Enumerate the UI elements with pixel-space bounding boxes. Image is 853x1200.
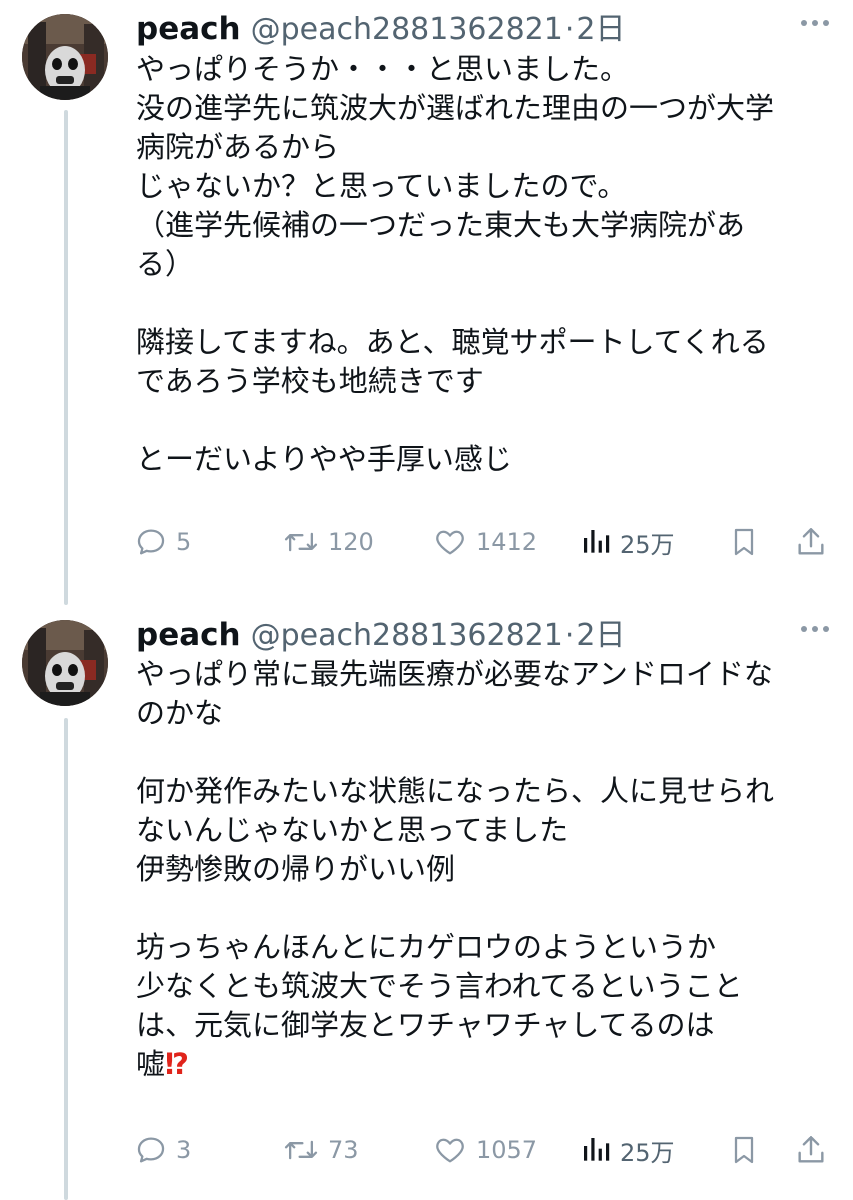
share-icon: [798, 528, 824, 555]
tweet-text-line: 少なくとも筑波大でそう言われてるということ: [136, 969, 743, 1003]
reply-count: 3: [176, 1136, 192, 1164]
reply-button[interactable]: 3: [134, 1130, 191, 1170]
tweet-text-line: やっぱりそうか・・・と思いました。: [136, 52, 630, 86]
avatar[interactable]: [22, 14, 108, 100]
separator: ·: [564, 618, 575, 653]
bookmark-button[interactable]: [728, 522, 760, 562]
retweet-count: 120: [328, 528, 374, 556]
tweet-text-fragment: 嘘: [136, 1047, 166, 1081]
tweet-text: やっぱりそうか・・・と思いました。 没の進学先に筑波大が選ばれた理由の一つが大学…: [136, 50, 836, 479]
avatar[interactable]: [22, 620, 108, 706]
thread-line: [64, 718, 68, 1200]
more-icon[interactable]: [795, 614, 835, 644]
timestamp[interactable]: 2日: [576, 4, 625, 48]
views-button[interactable]: 25万: [580, 1130, 675, 1170]
tweet-text-line: は、元気に御学友とワチャワチャしてるのは: [136, 1008, 715, 1042]
tweet-text-line: 伊勢惨敗の帰りがいい例: [136, 852, 456, 886]
tweet-text-line: る）: [136, 247, 195, 281]
like-count: 1412: [476, 528, 538, 556]
retweet-count: 73: [328, 1136, 359, 1164]
exclamation-question-emoji: ⁉: [165, 1047, 190, 1081]
tweet-text-line: であろう学校も地続きです: [136, 364, 484, 398]
views-count: 25万: [620, 530, 675, 559]
action-bar: 5 120 1412 25万: [134, 522, 834, 562]
tweet-text-line: 隣接してますね。あと、聴覚サポートしてくれる: [136, 325, 769, 359]
tweet-text-line: 坊っちゃんほんとにカゲロウのようというか: [136, 930, 717, 964]
retweet-button[interactable]: 120: [282, 522, 374, 562]
views-count: 25万: [620, 1138, 675, 1167]
views-icon: [584, 530, 610, 553]
tweet-text-line: のかな: [136, 696, 224, 730]
bookmark-icon: [734, 528, 754, 556]
tweet-text-line: じゃないか？と思っていましたので。: [136, 169, 627, 203]
separator: ·: [564, 12, 575, 47]
views-icon: [584, 1138, 610, 1161]
like-icon: [436, 530, 464, 555]
like-count: 1057: [476, 1136, 538, 1164]
tweet-text-line: 何か発作みたいな状態になったら、人に見せられ: [136, 774, 775, 808]
tweet-text-line-last: 嘘⁉: [136, 1045, 836, 1084]
like-button[interactable]: 1057: [432, 1130, 537, 1170]
author-name[interactable]: peach: [136, 617, 241, 653]
like-button[interactable]: 1412: [432, 522, 537, 562]
tweet-text-line: やっぱり常に最先端医療が必要なアンドロイドな: [136, 657, 773, 691]
bookmark-icon: [734, 1136, 754, 1164]
views-button[interactable]: 25万: [580, 522, 675, 562]
tweet-text-line: 没の進学先に筑波大が選ばれた理由の一つが大学: [136, 91, 775, 125]
like-icon: [436, 1138, 464, 1163]
action-bar: 3 73 1057 25万: [134, 1130, 834, 1170]
more-icon[interactable]: [795, 8, 835, 38]
share-button[interactable]: [794, 1130, 828, 1170]
tweet-text-line: ないんじゃないかと思ってました: [136, 813, 569, 847]
timestamp[interactable]: 2日: [576, 610, 625, 654]
retweet-button[interactable]: 73: [282, 1130, 359, 1170]
bookmark-button[interactable]: [728, 1130, 760, 1170]
share-button[interactable]: [794, 522, 828, 562]
thread-line: [64, 110, 68, 605]
author-handle[interactable]: @peach2881362821: [251, 12, 563, 47]
share-icon: [798, 1136, 824, 1163]
tweet-text-line: 病院があるから: [136, 130, 340, 164]
tweet-text: やっぱり常に最先端医療が必要なアンドロイドな のかな 何か発作みたいな状態になっ…: [136, 655, 836, 1084]
reply-icon: [137, 1137, 165, 1163]
tweet-text-line: とーだいよりやや手厚い感じ: [136, 442, 512, 476]
retweet-icon: [284, 532, 318, 552]
retweet-icon: [284, 1140, 318, 1160]
author-name[interactable]: peach: [136, 11, 241, 47]
author-handle[interactable]: @peach2881362821: [251, 618, 563, 653]
tweet-header: peach @peach2881362821 · 2日: [136, 4, 626, 47]
reply-button[interactable]: 5: [134, 522, 191, 562]
tweet-header: peach @peach2881362821 · 2日: [136, 610, 626, 653]
tweet-text-line: （進学先候補の一つだった東大も大学病院があ: [136, 208, 746, 242]
reply-icon: [137, 529, 165, 555]
reply-count: 5: [176, 528, 192, 556]
